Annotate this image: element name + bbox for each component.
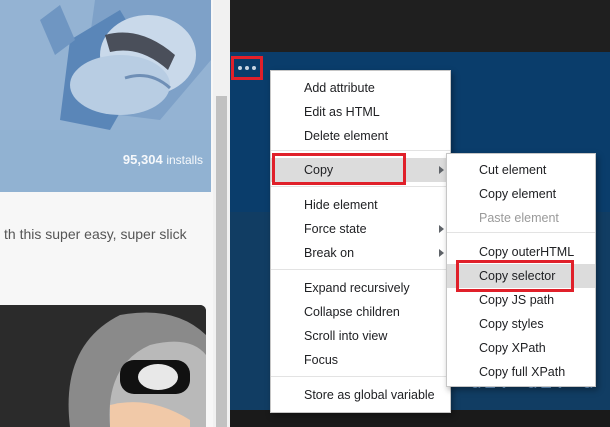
extension-description: th this super easy, super slick [4,226,187,242]
menu-separator [271,269,450,270]
extension-card-image-2[interactable] [0,305,206,427]
menu-item-break-on[interactable]: Break on [271,241,450,265]
submenu-item-cut-element[interactable]: Cut element [447,158,595,182]
more-actions-button[interactable] [231,56,263,80]
menu-item-expand-recursively[interactable]: Expand recursively [271,276,450,300]
menu-item-scroll-into-view[interactable]: Scroll into view [271,324,450,348]
submenu-item-copy-xpath[interactable]: Copy XPath [447,336,595,360]
menu-item-copy-label: Copy [304,163,334,177]
submenu-item-paste-element: Paste element [479,211,559,225]
character-illustration [0,305,206,427]
menu-separator [447,232,595,233]
menu-separator [271,150,450,151]
menu-item-force-state-label: Force state [304,222,367,236]
menu-separator [271,186,450,187]
menu-item-delete-element[interactable]: Delete element [271,124,450,148]
submenu-item-copy-selector[interactable]: Copy selector [447,264,595,288]
submenu-arrow-icon [439,225,444,233]
menu-item-collapse-children[interactable]: Collapse children [271,300,450,324]
copy-submenu: Cut element Copy element Paste element C… [446,153,596,387]
menu-item-break-on-label: Break on [304,246,355,260]
page-scrollbar[interactable] [213,0,230,427]
installs-label: installs [166,153,203,167]
ellipsis-icon [238,66,242,70]
devtools-toolbar [230,0,610,52]
submenu-item-copy-js-path[interactable]: Copy JS path [447,288,595,312]
submenu-item-copy-outerhtml[interactable]: Copy outerHTML [447,240,595,264]
installs-number: 95,304 [122,152,163,167]
scrollbar-thumb[interactable] [216,96,227,427]
element-context-menu: Add attribute Edit as HTML Delete elemen… [270,70,451,413]
web-page-content: 95,304 installs th this super easy, supe… [0,0,213,427]
extension-card-image[interactable]: 95,304 installs [0,0,211,192]
menu-separator [271,376,450,377]
submenu-item-copy-styles[interactable]: Copy styles [447,312,595,336]
ellipsis-icon [252,66,256,70]
menu-item-hide-element[interactable]: Hide element [271,193,450,217]
submenu-item-copy-full-xpath[interactable]: Copy full XPath [447,360,595,384]
ellipsis-icon [245,66,249,70]
installs-count: 95,304 installs [123,152,203,167]
menu-item-edit-as-html[interactable]: Edit as HTML [271,100,450,124]
menu-item-store-as-global-variable[interactable]: Store as global variable [271,383,450,407]
menu-item-force-state[interactable]: Force state [271,217,450,241]
menu-item-add-attribute[interactable]: Add attribute [271,76,450,100]
submenu-arrow-icon [439,249,444,257]
submenu-item-copy-element[interactable]: Copy element [447,182,595,206]
menu-item-copy[interactable]: Copy [271,158,450,182]
submenu-arrow-icon [439,166,444,174]
menu-item-focus[interactable]: Focus [271,348,450,372]
